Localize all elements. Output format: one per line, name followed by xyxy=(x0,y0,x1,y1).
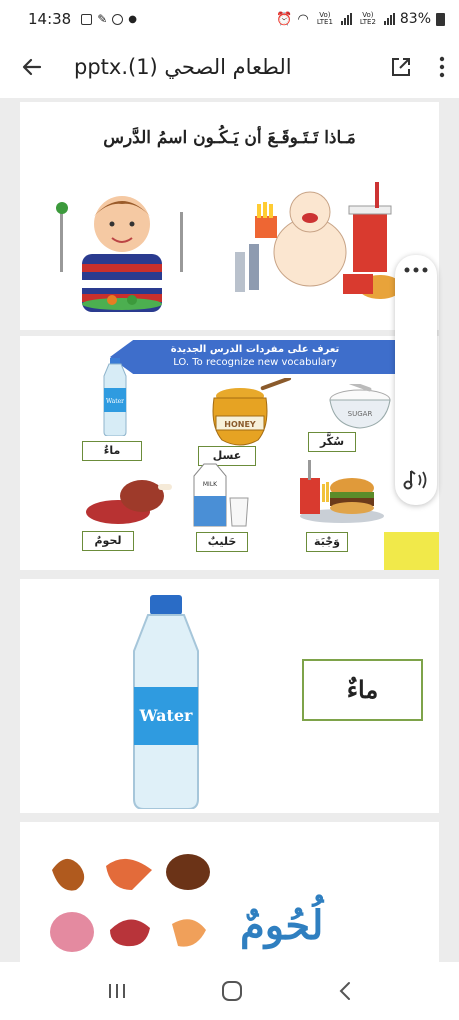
network-1-label: Vo) LTE1 xyxy=(316,11,333,26)
banner-english: LO. To recognize new vocabulary xyxy=(173,357,337,368)
floating-toolbar[interactable] xyxy=(395,255,437,505)
healthy-boy-image xyxy=(56,196,183,312)
overflow-menu-icon[interactable] xyxy=(404,267,428,273)
milk-image: MILK xyxy=(193,463,249,527)
honey-pot-image: HONEY xyxy=(212,378,292,446)
alarm-icon: ⏰ xyxy=(276,11,293,27)
fast-food-meal-image xyxy=(300,460,384,523)
sugar-bowl-image: SUGAR xyxy=(329,384,391,429)
slide-viewer[interactable]: مَـاذا تَـتَـوقَـعَ أن يَـكُـون اسمُ الد… xyxy=(0,98,459,962)
slide-3: Water ماءٌ xyxy=(20,579,439,813)
meats-collage-image xyxy=(50,854,210,952)
label-sugar: سُكَّر xyxy=(308,432,356,452)
water-bottle-image: Water xyxy=(103,358,127,436)
more-options-icon[interactable] xyxy=(439,56,445,78)
slide-1-question: مَـاذا تَـتَـوقَـعَ أن يَـكُـون اسمُ الد… xyxy=(103,128,356,148)
slide-3-word: ماءٌ xyxy=(302,659,423,721)
banner-arabic: تعرف على مفردات الدرس الجديدة xyxy=(170,344,340,355)
back-arrow-icon[interactable] xyxy=(20,55,44,79)
slide-1: مَـاذا تَـتَـوقَـعَ أن يَـكُـون اسمُ الد… xyxy=(20,102,439,330)
meat-image xyxy=(86,480,172,524)
large-bottle-text: Water xyxy=(139,706,194,725)
label-milk: حَليبٌ xyxy=(196,532,248,552)
document-title: pptx.(1) الطعام الصحي xyxy=(74,55,292,79)
large-water-bottle-image: Water xyxy=(133,595,199,809)
signal-1-icon xyxy=(340,13,352,25)
slide-4: لُحُومٌ xyxy=(20,822,439,962)
dot-icon: ● xyxy=(128,13,138,25)
slide-4-word: لُحُومٌ xyxy=(240,902,324,949)
signal-2-icon xyxy=(383,13,395,25)
sugar-label-text: SUGAR xyxy=(348,410,373,418)
lesson-objective-banner: تعرف على مفردات الدرس الجديدة LO. To rec… xyxy=(110,340,400,374)
junk-food-baby-image xyxy=(235,182,402,299)
back-nav-icon[interactable] xyxy=(338,981,352,1001)
read-aloud-icon[interactable] xyxy=(403,469,429,491)
slide-2: تعرف على مفردات الدرس الجديدة LO. To rec… xyxy=(20,336,439,570)
system-nav-bar xyxy=(0,962,459,1020)
cartoon-character-icon xyxy=(384,532,439,570)
label-meat: لحومٌ xyxy=(82,531,134,551)
label-meal: وَجْبَة xyxy=(306,532,348,552)
open-external-icon[interactable] xyxy=(389,55,413,79)
honey-label-text: HONEY xyxy=(224,420,256,429)
network-2-label: Vo) LTE2 xyxy=(359,11,376,26)
gallery-icon xyxy=(81,13,93,25)
status-bar: 14:38 ✎ ● ⏰ ◠ Vo) LTE1 Vo) LTE2 83% xyxy=(0,0,459,38)
broom-icon: ✎ xyxy=(97,12,108,26)
water-bottle-text: Water xyxy=(106,398,124,405)
whatsapp-icon xyxy=(112,13,124,25)
wifi-icon: ◠ xyxy=(297,11,309,27)
recent-apps-icon[interactable] xyxy=(107,982,127,1000)
battery-icon xyxy=(436,12,445,26)
home-icon[interactable] xyxy=(221,980,243,1002)
milk-label-text: MILK xyxy=(203,481,218,488)
status-time: 14:38 xyxy=(28,10,72,28)
battery-percent: 83% xyxy=(399,11,431,27)
app-bar: pptx.(1) الطعام الصحي xyxy=(0,38,459,96)
label-water: ماءٌ xyxy=(82,441,142,461)
